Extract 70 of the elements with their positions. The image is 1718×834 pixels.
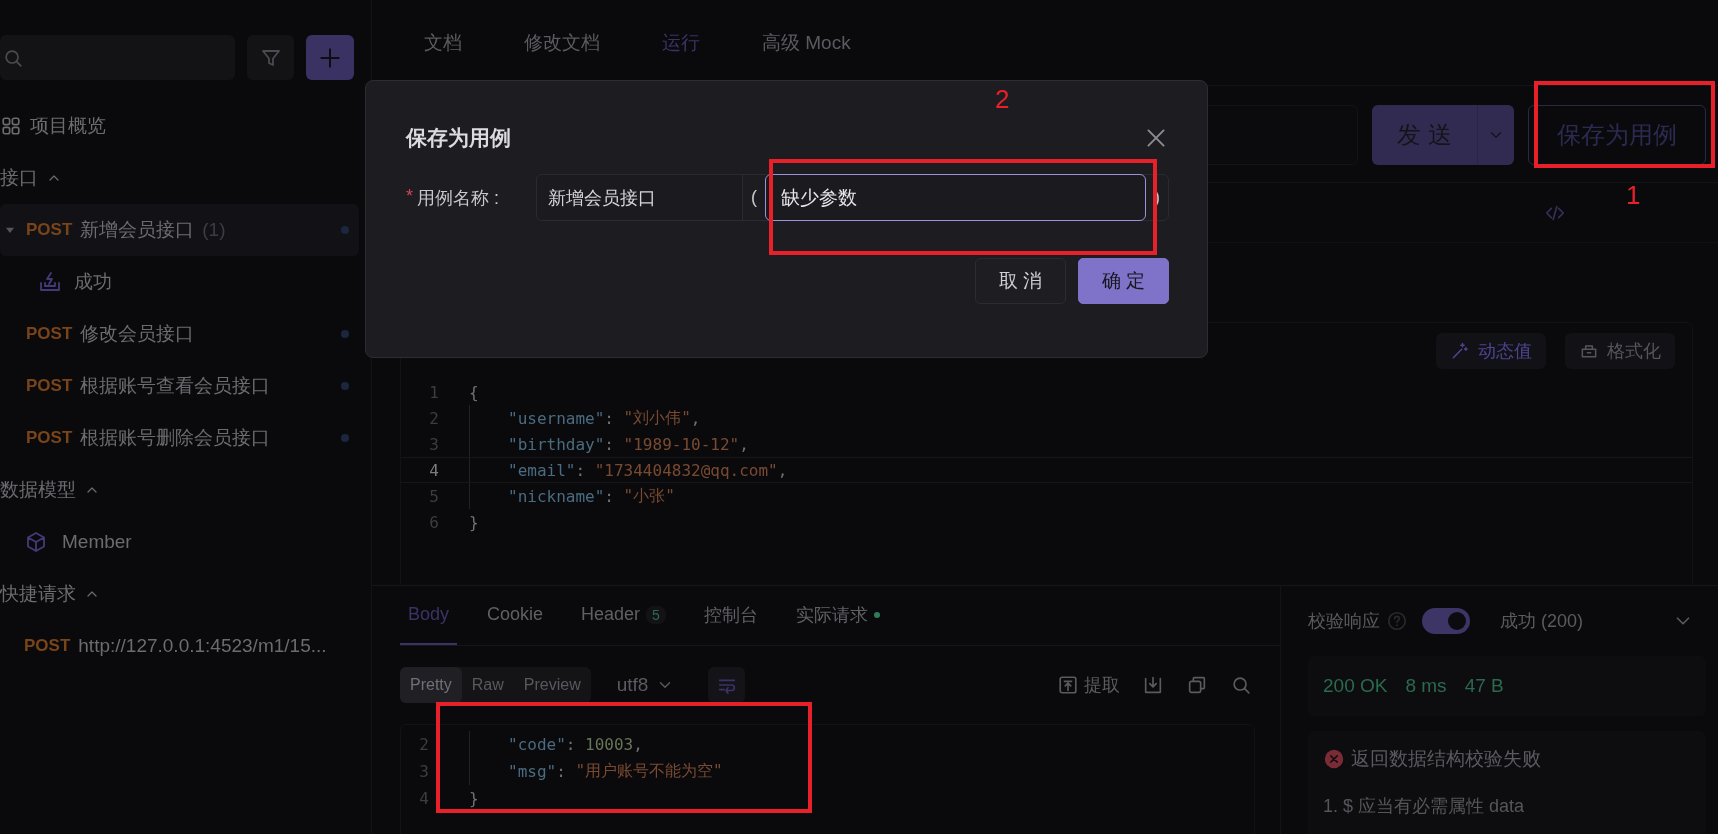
prefix-field: 新增会员接口 [537, 175, 743, 220]
paren-text: ( [750, 187, 758, 208]
item-label: http://127.0.0.1:4523/m1/15... [78, 635, 327, 657]
encoding-select[interactable]: utf8 [610, 673, 681, 697]
tree-item[interactable]: POST 根据账号删除会员接口 [0, 412, 359, 464]
method-label: POST [26, 376, 73, 396]
code-line: "nickname": "小张" [469, 483, 675, 509]
response-tab[interactable]: Cookie [479, 586, 552, 645]
tab[interactable]: 修改文档 [524, 29, 600, 56]
time-text: 8 ms [1405, 675, 1447, 697]
item-label: 成功 [74, 270, 112, 294]
code-line: "birthday": "1989-10-12", [469, 431, 749, 457]
response-tab[interactable]: 控制台 [695, 586, 766, 645]
view-option[interactable]: Preview [513, 667, 591, 703]
code-line: "msg": "用户账号不能为空" [469, 758, 723, 785]
overview-item[interactable]: 项目概览 [0, 100, 359, 152]
tree-group-header[interactable]: 数据模型 [0, 464, 359, 516]
code-line: "code": 10003, [469, 731, 643, 758]
response-tab[interactable]: Body [400, 586, 458, 645]
error-title: 返回数据结构校验失败 [1351, 747, 1541, 771]
case-name-field[interactable]: 缺少参数 [765, 174, 1146, 221]
group-label: 数据模型 [0, 478, 76, 502]
code-line: } [469, 511, 479, 534]
annotation-number: 1 [1626, 180, 1641, 211]
status-text: 200 OK [1323, 675, 1388, 697]
tree-item[interactable]: 成功 [0, 256, 359, 308]
tree-group-header[interactable]: 快捷请求 [0, 568, 359, 620]
tree-item[interactable]: POST 根据账号查看会员接口 [0, 360, 359, 412]
item-label: 修改会员接口 [80, 322, 195, 346]
count-badge: 5 [646, 605, 666, 624]
validation-label: 校验响应 [1308, 610, 1380, 633]
extract-button[interactable]: 提取 [1057, 673, 1120, 697]
error-message: 1. $ 应当有必需属性 data [1323, 795, 1526, 818]
code-line: { [469, 381, 479, 404]
overview-label: 项目概览 [30, 114, 106, 138]
response-tab[interactable]: 实际请求 [787, 586, 888, 645]
code-line: } [469, 788, 479, 810]
size-text: 47 B [1464, 675, 1504, 697]
group-label: 快捷请求 [0, 582, 76, 606]
method-label: POST [26, 324, 73, 344]
confirm-button[interactable]: 确 定 [1078, 258, 1169, 304]
group-label: 接口 [0, 166, 38, 190]
toolbar-button[interactable]: 格式化 [1565, 333, 1675, 369]
response-select[interactable]: 成功 (200) [1500, 609, 1706, 633]
item-label: 新增会员接口 [80, 218, 195, 242]
method-label: POST [26, 428, 73, 448]
line-number: 4 [428, 460, 439, 480]
toolbar-button[interactable]: 动态值 [1436, 333, 1546, 369]
code-line: "email": "1734404832@qq.com", [469, 458, 788, 482]
annotation-number: 2 [995, 84, 1010, 115]
item-label: Member [62, 531, 132, 553]
tab[interactable]: 运行 [662, 29, 700, 56]
tree-item[interactable]: POST 修改会员接口 [0, 308, 359, 360]
field-label: 用例名称 : [417, 186, 500, 210]
tree-item[interactable]: Member [0, 516, 359, 568]
item-label: 根据账号删除会员接口 [80, 426, 271, 450]
response-tab[interactable]: Header 5 [573, 586, 674, 645]
tree-group-header[interactable]: 接口 [0, 152, 359, 204]
view-option[interactable]: Raw [461, 667, 514, 703]
cancel-button[interactable]: 取 消 [975, 258, 1066, 304]
method-label: POST [26, 220, 73, 240]
item-label: 根据账号查看会员接口 [80, 374, 271, 398]
tree-item[interactable]: POST http://127.0.0.1:4523/m1/15... [0, 620, 359, 672]
method-label: POST [24, 636, 71, 656]
tab[interactable]: 文档 [424, 29, 462, 56]
code-line: "username": "刘小伟", [469, 405, 701, 431]
required-mark: * [406, 185, 413, 208]
tab[interactable]: 高级 Mock [762, 29, 851, 56]
view-option[interactable]: Pretty [400, 667, 462, 703]
dialog-title: 保存为用例 [406, 125, 511, 151]
